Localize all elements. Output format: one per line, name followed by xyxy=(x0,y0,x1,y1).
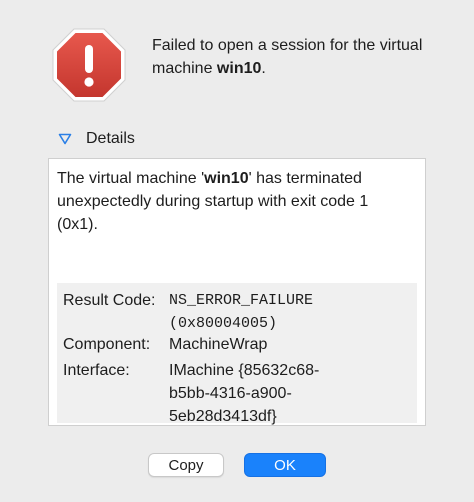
details-disclosure-toggle[interactable]: Details xyxy=(58,128,135,150)
details-text-area[interactable]: The virtual machine 'win10' has terminat… xyxy=(48,158,426,426)
ok-button[interactable]: OK xyxy=(244,453,326,477)
copy-button[interactable]: Copy xyxy=(148,453,224,477)
details-message: The virtual machine 'win10' has terminat… xyxy=(57,167,407,236)
result-code-label: Result Code: xyxy=(63,292,156,309)
error-message: Failed to open a session for the virtual… xyxy=(152,34,452,80)
component-label: Component: xyxy=(63,336,151,353)
stop-sign-exclamation-icon xyxy=(52,28,126,102)
vm-name: win10 xyxy=(216,60,262,77)
interface-value: IMachine {85632c68-b5bb-4316-a900-5eb28d… xyxy=(169,362,320,425)
error-info-panel: Result Code: NS_ERROR_FAILURE (0x8000400… xyxy=(57,283,417,425)
error-message-text: Failed to open a session for the virtual… xyxy=(152,37,423,77)
disclosure-triangle-icon[interactable] xyxy=(58,133,72,145)
error-message-end: . xyxy=(261,60,266,77)
error-dialog: Failed to open a session for the virtual… xyxy=(0,0,474,502)
result-code-value: NS_ERROR_FAILURE (0x80004005) xyxy=(169,292,314,332)
component-value: MachineWrap xyxy=(169,336,268,353)
details-message-text: The virtual machine ' xyxy=(57,170,205,187)
details-vm-name: win10 xyxy=(204,170,249,187)
interface-label: Interface: xyxy=(63,362,130,379)
details-label[interactable]: Details xyxy=(86,130,135,148)
